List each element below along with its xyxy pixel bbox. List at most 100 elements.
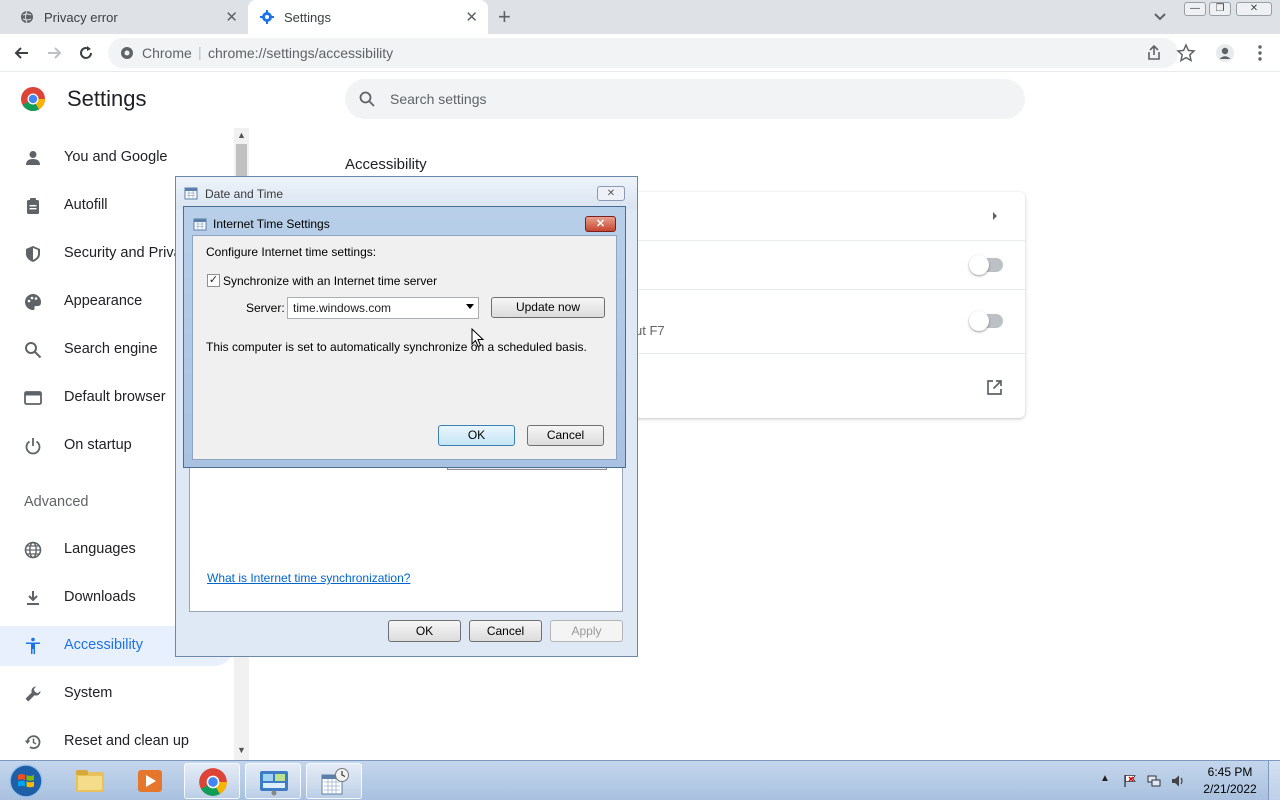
chrome-site-icon bbox=[121, 47, 133, 59]
taskbar-chrome[interactable] bbox=[184, 763, 240, 799]
profile-avatar-icon[interactable] bbox=[1215, 43, 1235, 63]
tab-label: Settings bbox=[284, 10, 331, 25]
sync-checkbox-label[interactable]: Synchronize with an Internet time server bbox=[223, 274, 437, 288]
close-tab-icon[interactable]: ✕ bbox=[465, 8, 478, 26]
show-desktop-button[interactable] bbox=[1268, 761, 1280, 800]
search-placeholder: Search settings bbox=[390, 91, 487, 107]
windows-start-icon[interactable] bbox=[4, 763, 48, 799]
taskbar-media-player[interactable] bbox=[122, 763, 178, 799]
chrome-logo-icon bbox=[199, 768, 227, 796]
sidebar-item-label: Reset and clean up bbox=[64, 733, 189, 749]
folder-icon bbox=[76, 770, 104, 792]
sidebar-item-label: System bbox=[64, 685, 113, 701]
power-icon bbox=[25, 438, 41, 455]
server-value: time.windows.com bbox=[293, 301, 392, 315]
internet-time-help-link[interactable]: What is Internet time synchronization? bbox=[207, 571, 410, 585]
globe-icon bbox=[21, 10, 33, 24]
share-icon[interactable] bbox=[1144, 43, 1164, 63]
sidebar-item-system[interactable]: System bbox=[0, 674, 234, 714]
taskbar-control-panel[interactable] bbox=[245, 763, 301, 799]
date-time-apply-button[interactable]: Apply bbox=[550, 620, 623, 642]
tab-settings[interactable]: Settings ✕ bbox=[248, 0, 488, 34]
network-icon[interactable] bbox=[1147, 774, 1161, 788]
scroll-up-icon[interactable]: ▲ bbox=[237, 130, 246, 140]
url-text: chrome://settings/accessibility bbox=[208, 45, 394, 61]
sidebar-item-label: Default browser bbox=[64, 389, 166, 405]
section-title: Accessibility bbox=[345, 156, 427, 173]
taskbar-file-explorer[interactable] bbox=[62, 763, 118, 799]
new-tab-icon[interactable]: + bbox=[498, 4, 511, 30]
sidebar-item-you-and-google[interactable]: You and Google bbox=[0, 138, 234, 178]
back-icon[interactable] bbox=[12, 43, 32, 63]
taskbar-date-time[interactable] bbox=[306, 763, 362, 799]
tab-strip: Privacy error ✕ Settings ✕ + — ❐ ✕ bbox=[0, 0, 1280, 34]
show-hidden-icons-icon[interactable]: ▲ bbox=[1100, 773, 1110, 784]
sidebar-item-reset-and-clean-up[interactable]: Reset and clean up bbox=[0, 722, 234, 762]
taskbar-clock-date[interactable]: 2/21/2022 bbox=[1200, 782, 1260, 796]
shield-icon bbox=[26, 246, 40, 262]
control-panel-icon bbox=[260, 771, 288, 796]
settings-search-input[interactable]: Search settings bbox=[345, 79, 1025, 119]
close-window-icon[interactable]: ✕ bbox=[1236, 2, 1272, 16]
toggle-switch[interactable] bbox=[969, 311, 1003, 331]
update-now-button[interactable]: Update now bbox=[491, 297, 605, 318]
internet-time-ok-button[interactable]: OK bbox=[438, 425, 515, 446]
close-icon[interactable]: ✕ bbox=[585, 216, 616, 232]
site-label: Chrome bbox=[142, 45, 192, 61]
calendar-clock-icon bbox=[321, 768, 349, 795]
sidebar-advanced-header[interactable]: Advanced bbox=[24, 494, 89, 510]
calendar-clock-icon bbox=[193, 218, 207, 231]
address-bar[interactable]: Chrome | chrome://settings/accessibility bbox=[108, 38, 1178, 68]
volume-icon[interactable] bbox=[1171, 774, 1185, 788]
tab-privacy-error[interactable]: Privacy error ✕ bbox=[8, 0, 248, 34]
chevron-right-icon[interactable] bbox=[990, 211, 1000, 221]
sidebar-item-label: Accessibility bbox=[64, 637, 143, 653]
calendar-clock-icon bbox=[184, 187, 198, 200]
date-time-cancel-button[interactable]: Cancel bbox=[469, 620, 542, 642]
scroll-down-icon[interactable]: ▼ bbox=[237, 745, 246, 755]
action-center-flag-icon[interactable] bbox=[1123, 774, 1137, 788]
person-icon bbox=[26, 151, 40, 165]
forward-icon[interactable] bbox=[44, 43, 64, 63]
external-link-icon[interactable] bbox=[986, 379, 1003, 396]
server-label: Server: bbox=[246, 301, 285, 315]
gear-icon bbox=[260, 10, 274, 24]
toggle-switch[interactable] bbox=[969, 255, 1003, 275]
wrench-icon bbox=[25, 686, 41, 702]
browser-icon bbox=[24, 391, 42, 405]
search-icon bbox=[359, 91, 375, 107]
date-time-ok-button[interactable]: OK bbox=[388, 620, 461, 642]
url-separator: | bbox=[198, 44, 202, 60]
dropdown-arrow-icon[interactable] bbox=[466, 304, 474, 309]
kebab-menu-icon[interactable] bbox=[1250, 43, 1270, 63]
globe-icon bbox=[24, 541, 42, 559]
bookmark-star-icon[interactable] bbox=[1176, 43, 1196, 63]
palette-icon bbox=[25, 294, 41, 310]
sidebar-item-label: Languages bbox=[64, 541, 136, 557]
minimize-icon[interactable]: — bbox=[1184, 2, 1206, 16]
chevron-down-icon[interactable] bbox=[1152, 8, 1168, 24]
reload-icon[interactable] bbox=[76, 43, 96, 63]
sidebar-item-label: Appearance bbox=[64, 293, 143, 309]
search-icon bbox=[25, 342, 42, 359]
row-description: ut F7 bbox=[635, 323, 665, 338]
internet-time-cancel-button[interactable]: Cancel bbox=[527, 425, 604, 446]
dialog-titlebar[interactable]: Date and Time ✕ bbox=[176, 177, 637, 209]
download-icon bbox=[27, 591, 39, 605]
taskbar-clock-time[interactable]: 6:45 PM bbox=[1200, 765, 1260, 779]
sidebar-item-label: On startup bbox=[64, 437, 132, 453]
chrome-logo-icon bbox=[21, 87, 45, 112]
sidebar-item-label: Security and Priva bbox=[64, 245, 182, 261]
mouse-cursor-icon bbox=[471, 328, 485, 348]
sidebar-item-label: Downloads bbox=[64, 589, 136, 605]
sidebar-item-label: Search engine bbox=[64, 341, 158, 357]
close-tab-icon[interactable]: ✕ bbox=[225, 8, 238, 26]
tab-label: Privacy error bbox=[44, 10, 118, 25]
restore-window-icon[interactable]: ❐ bbox=[1209, 2, 1231, 16]
clipboard-icon bbox=[27, 198, 39, 214]
close-icon[interactable]: ✕ bbox=[597, 186, 625, 201]
server-select[interactable]: time.windows.com bbox=[287, 297, 479, 319]
sync-checkbox[interactable]: ✓ bbox=[207, 274, 220, 287]
internet-time-settings-dialog: Internet Time Settings ✕ Configure Inter… bbox=[183, 206, 626, 468]
media-player-icon bbox=[138, 770, 162, 792]
